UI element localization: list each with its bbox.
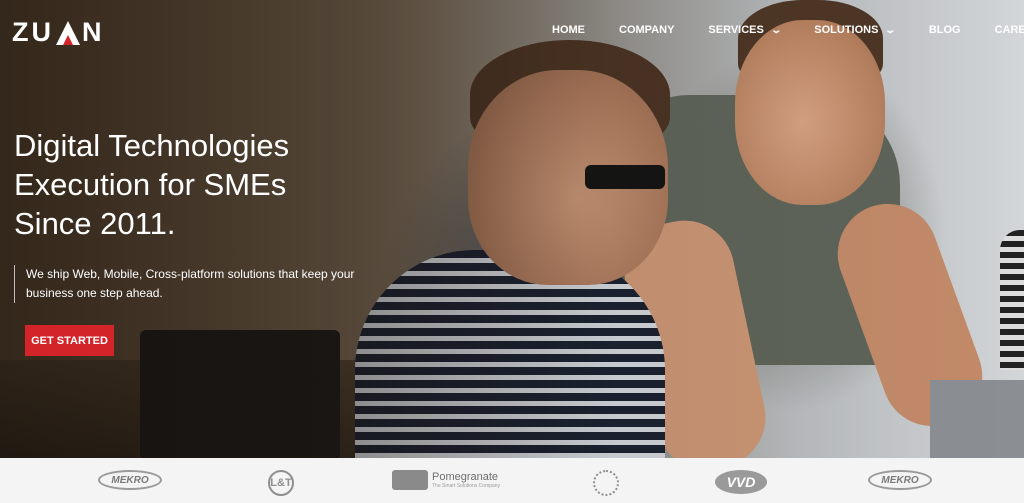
client-logo-pomegranate: Pomegranate The Smart Solutions Company	[392, 470, 500, 490]
main-nav: HOME COMPANY SERVICES ⌄ SOLUTIONS ⌄ BLOG C…	[552, 24, 1024, 36]
client-logo-lt: L&T	[268, 470, 294, 496]
nav-item-services[interactable]: SERVICES ⌄	[708, 24, 782, 36]
site-logo[interactable]: ZU N	[12, 17, 105, 48]
pomegranate-icon	[392, 470, 428, 490]
client-logo-vvd: VVD	[715, 470, 767, 494]
chevron-down-icon: ⌄	[884, 24, 897, 36]
nav-item-company[interactable]: COMPANY	[619, 24, 674, 36]
nav-item-home[interactable]: HOME	[552, 24, 585, 36]
seal-icon	[593, 470, 619, 496]
get-started-button[interactable]: GET STARTED	[25, 325, 114, 356]
nav-item-careers[interactable]: CAREERS	[995, 24, 1024, 36]
client-logo-seal	[593, 470, 619, 496]
logo-a-icon	[56, 20, 80, 45]
client-logo-mekro: MEKRO	[868, 470, 932, 490]
hero-banner: ZU N HOME COMPANY SERVICES ⌄ SOLUTIONS ⌄ BL…	[0, 0, 1024, 458]
nav-item-blog[interactable]: BLOG	[929, 24, 961, 36]
hero-headline: Digital Technologies Execution for SMEs …	[14, 128, 290, 241]
client-logo-mekro: MEKRO	[98, 470, 162, 490]
hero-tagline: We ship Web, Mobile, Cross-platform solu…	[14, 265, 364, 303]
chevron-down-icon: ⌄	[770, 24, 782, 36]
nav-item-solutions[interactable]: SOLUTIONS ⌄	[814, 24, 897, 36]
